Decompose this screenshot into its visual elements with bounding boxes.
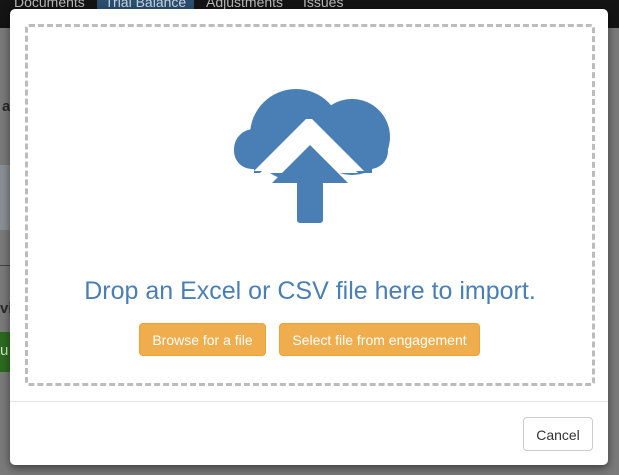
cancel-button[interactable]: Cancel: [523, 417, 593, 451]
import-modal: Drop an Excel or CSV file here to import…: [10, 9, 608, 465]
background-panel: [0, 165, 10, 230]
background-green-button-label: u: [0, 342, 9, 359]
select-from-engagement-button[interactable]: Select file from engagement: [279, 323, 480, 356]
modal-footer-divider: [10, 401, 608, 402]
cloud-upload-icon: [234, 89, 390, 223]
browse-file-button[interactable]: Browse for a file: [139, 323, 266, 356]
drop-instructions: Drop an Excel or CSV file here to import…: [84, 277, 536, 305]
file-drop-zone[interactable]: Drop an Excel or CSV file here to import…: [25, 24, 595, 386]
